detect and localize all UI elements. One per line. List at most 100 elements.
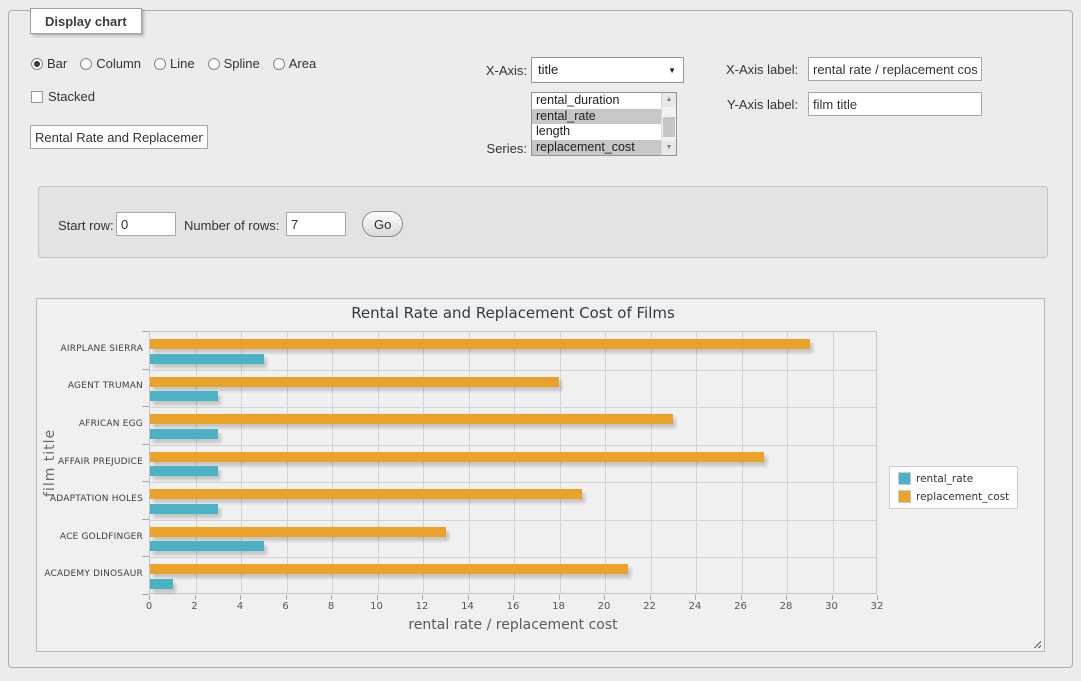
category-label: AFRICAN EGG — [37, 419, 143, 429]
bar-rental_rate — [150, 354, 264, 364]
series-listbox[interactable]: rental_durationrental_ratelengthreplacem… — [531, 92, 677, 156]
bar-replacement_cost — [150, 452, 764, 462]
radio-icon — [208, 58, 220, 70]
x-axis-select[interactable]: title ▼ — [531, 57, 684, 83]
number-of-rows-input[interactable] — [286, 212, 346, 236]
series-option-length[interactable]: length — [532, 124, 661, 140]
chart-title: Rental Rate and Replacement Cost of Film… — [149, 304, 877, 322]
stacked-label: Stacked — [48, 89, 95, 104]
resize-grip-icon[interactable] — [1031, 638, 1041, 648]
radio-label: Bar — [47, 56, 67, 71]
gridline — [150, 370, 876, 371]
x-axis-tick-label: 2 — [180, 601, 210, 612]
x-axis-tick-label: 18 — [544, 601, 574, 612]
category-label: ACADEMY DINOSAUR — [37, 569, 143, 579]
gridline — [196, 332, 197, 593]
x-axis-tick-label: 28 — [771, 601, 801, 612]
gridline — [287, 332, 288, 593]
gridline — [560, 332, 561, 593]
bar-rental_rate — [150, 541, 264, 551]
bar-replacement_cost — [150, 414, 673, 424]
x-axis-tick — [559, 595, 560, 600]
x-axis-select-label: X-Axis: — [470, 63, 527, 78]
x-axis-tick-label: 22 — [635, 601, 665, 612]
bar-rental_rate — [150, 466, 218, 476]
y-axis-tick — [142, 594, 149, 595]
bar-rental_rate — [150, 579, 173, 589]
plot-area — [149, 331, 877, 594]
y-axis-label-input[interactable] — [808, 92, 982, 116]
x-axis-tick-label: 30 — [817, 601, 847, 612]
radio-icon — [273, 58, 285, 70]
go-button[interactable]: Go — [362, 211, 403, 237]
scroll-up-icon[interactable]: ▲ — [662, 93, 676, 107]
stacked-checkbox[interactable]: Stacked — [31, 89, 95, 104]
x-axis-tick — [149, 595, 150, 600]
legend-label: replacement_cost — [916, 491, 1009, 503]
x-axis-tick — [741, 595, 742, 600]
series-list-label: Series: — [470, 141, 527, 156]
gridline — [696, 332, 697, 593]
y-axis-tick — [142, 481, 149, 482]
x-axis-tick-label: 4 — [225, 601, 255, 612]
x-axis-tick — [286, 595, 287, 600]
legend-swatch-replacement_cost — [898, 490, 911, 503]
legend-swatch-rental_rate — [898, 472, 911, 485]
gridline — [378, 332, 379, 593]
x-axis-tick-label: 10 — [362, 601, 392, 612]
gridline — [150, 557, 876, 558]
radio-icon — [154, 58, 166, 70]
chart-type-spline[interactable]: Spline — [208, 56, 260, 71]
scroll-down-icon[interactable]: ▼ — [662, 141, 676, 155]
x-axis-tick — [240, 595, 241, 600]
x-axis-tick — [195, 595, 196, 600]
bar-rental_rate — [150, 429, 218, 439]
x-axis-tick — [832, 595, 833, 600]
gridline — [150, 407, 876, 408]
radio-label: Area — [289, 56, 316, 71]
chart-container: Rental Rate and Replacement Cost of Film… — [36, 298, 1045, 652]
x-axis-tick — [877, 595, 878, 600]
chart-type-radiogroup: Bar Column Line Spline Area — [31, 56, 316, 71]
radio-label: Column — [96, 56, 141, 71]
x-axis-tick — [377, 595, 378, 600]
x-axis-tick-label: 26 — [726, 601, 756, 612]
x-axis-tick-label: 14 — [453, 601, 483, 612]
radio-label: Line — [170, 56, 195, 71]
x-axis-tick — [604, 595, 605, 600]
x-axis-selected-value: title — [538, 62, 558, 77]
bar-replacement_cost — [150, 339, 810, 349]
category-label: AIRPLANE SIERRA — [37, 344, 143, 354]
x-axis-tick — [786, 595, 787, 600]
start-row-input[interactable] — [116, 212, 176, 236]
y-axis-tick — [142, 406, 149, 407]
series-option-rental_rate[interactable]: rental_rate — [532, 109, 661, 125]
bar-replacement_cost — [150, 489, 582, 499]
chart-title-input[interactable] — [30, 125, 208, 149]
dropdown-arrow-icon: ▼ — [668, 66, 676, 75]
y-axis-tick — [142, 556, 149, 557]
category-label: ACE GOLDFINGER — [37, 532, 143, 542]
chart-type-line[interactable]: Line — [154, 56, 195, 71]
legend-entry: replacement_cost — [898, 490, 1009, 503]
x-axis-tick-label: 0 — [134, 601, 164, 612]
x-axis-tick-label: 16 — [498, 601, 528, 612]
x-axis-label-input[interactable] — [808, 57, 982, 81]
gridline — [150, 482, 876, 483]
scrollbar-thumb[interactable] — [663, 117, 675, 137]
bar-replacement_cost — [150, 377, 559, 387]
start-row-label: Start row: — [58, 218, 114, 233]
x-axis-tick-label: 20 — [589, 601, 619, 612]
chart-type-bar[interactable]: Bar — [31, 56, 67, 71]
gridline — [241, 332, 242, 593]
chart-type-column[interactable]: Column — [80, 56, 141, 71]
series-option-rental_duration[interactable]: rental_duration — [532, 93, 661, 109]
bar-replacement_cost — [150, 527, 446, 537]
y-axis-label-caption: Y-Axis label: — [727, 97, 798, 112]
series-scrollbar[interactable]: ▲ ▼ — [661, 93, 676, 155]
checkbox-icon — [31, 91, 43, 103]
x-axis-tick-label: 8 — [316, 601, 346, 612]
legend-entry: rental_rate — [898, 472, 1009, 485]
series-option-replacement_cost[interactable]: replacement_cost — [532, 140, 661, 156]
chart-type-area[interactable]: Area — [273, 56, 316, 71]
